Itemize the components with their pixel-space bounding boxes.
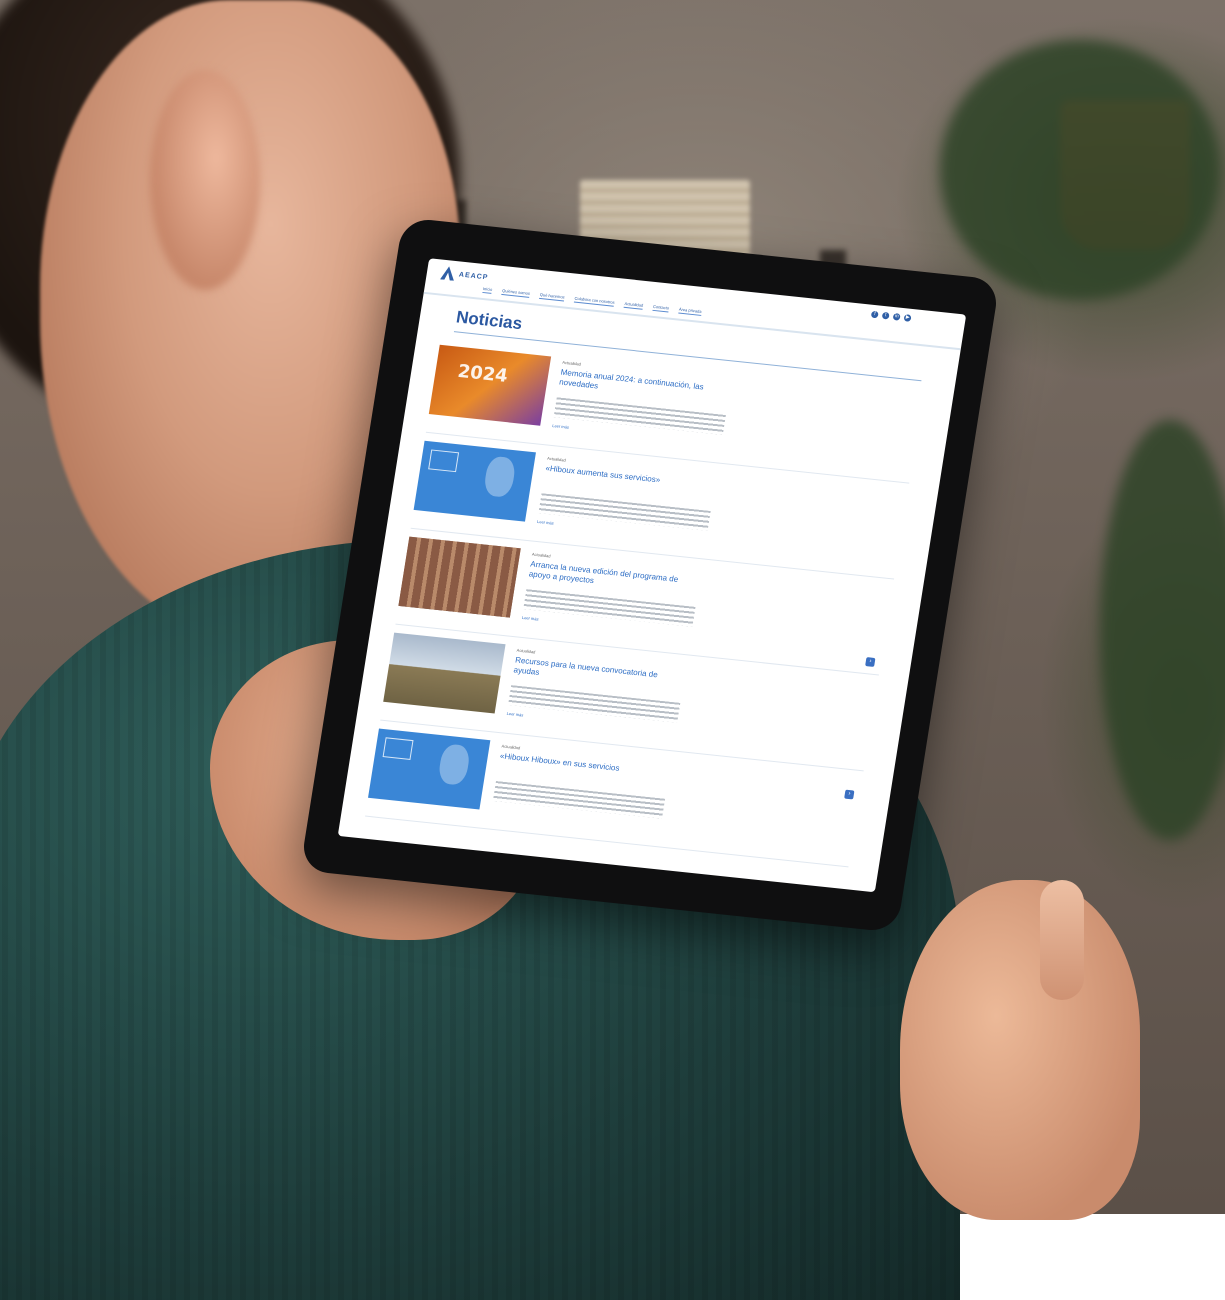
nav-item-colabora[interactable]: Colabora con nosotros bbox=[573, 295, 616, 307]
news-excerpt bbox=[508, 685, 681, 723]
news-category: Actualidad bbox=[561, 359, 582, 367]
news-category: Actualidad bbox=[516, 647, 536, 655]
news-excerpt bbox=[492, 781, 666, 819]
thumb-right bbox=[1040, 880, 1084, 1000]
nav-item-que-hacemos[interactable]: Qué hacemos bbox=[539, 291, 566, 302]
news-category: Actualidad bbox=[501, 743, 521, 751]
badge-icon bbox=[428, 449, 460, 473]
news-thumbnail[interactable] bbox=[413, 440, 536, 522]
read-more-link[interactable]: Leer más bbox=[552, 423, 569, 430]
tablet: AEACP f t in ▶ Inicio Quiénes somos Qué … bbox=[299, 217, 1001, 933]
badge-icon bbox=[382, 737, 414, 760]
news-excerpt bbox=[553, 397, 726, 435]
portrait-icon bbox=[437, 743, 472, 786]
nav-item-actualidad[interactable]: Actualidad bbox=[623, 300, 644, 310]
read-more-link[interactable]: Leer más bbox=[522, 615, 539, 622]
news-thumbnail[interactable] bbox=[383, 632, 506, 714]
social-links: f t in ▶ bbox=[870, 310, 912, 322]
nav-item-contacto[interactable]: Contacto bbox=[652, 303, 670, 313]
thumbnail-label: 2024 bbox=[456, 360, 510, 387]
news-thumbnail[interactable]: 2024 bbox=[428, 344, 552, 426]
logo-text: AEACP bbox=[458, 270, 489, 281]
portrait-icon bbox=[482, 455, 517, 499]
nav-item-inicio[interactable]: Inicio bbox=[482, 286, 493, 294]
linkedin-icon[interactable]: in bbox=[892, 313, 901, 321]
facebook-icon[interactable]: f bbox=[870, 310, 879, 319]
news-category: Actualidad bbox=[531, 551, 551, 559]
youtube-icon[interactable]: ▶ bbox=[903, 314, 912, 322]
site-logo[interactable]: AEACP bbox=[440, 266, 489, 285]
nav-item-area-privada[interactable]: Área privada bbox=[678, 306, 702, 316]
news-excerpt bbox=[523, 589, 696, 627]
read-more-link[interactable]: Leer más bbox=[537, 519, 554, 526]
news-headline[interactable]: «Hiboux aumenta sus servicios» bbox=[545, 464, 716, 492]
twitter-icon[interactable]: t bbox=[881, 311, 890, 320]
read-more-link[interactable]: Leer más bbox=[506, 711, 523, 718]
person-ear bbox=[150, 70, 260, 290]
scroll-arrow-icon[interactable]: › bbox=[844, 789, 855, 800]
plant-leaves-lower bbox=[1100, 420, 1225, 840]
news-thumbnail[interactable] bbox=[368, 728, 491, 810]
plant-leaves bbox=[940, 40, 1220, 300]
logo-mark-icon bbox=[440, 266, 456, 281]
news-headline[interactable]: «Hiboux Hiboux» en sus servicios bbox=[499, 751, 670, 779]
nav-item-quienes-somos[interactable]: Quiénes somos bbox=[501, 288, 531, 298]
person-right-hand bbox=[900, 880, 1140, 1220]
news-thumbnail[interactable] bbox=[398, 536, 521, 618]
scroll-arrow-icon[interactable]: › bbox=[865, 657, 876, 667]
news-category: Actualidad bbox=[546, 455, 567, 463]
news-excerpt bbox=[538, 493, 711, 531]
news-list: 2024 Actualidad Memoria anual 2024: a co… bbox=[341, 334, 954, 870]
tablet-screen: AEACP f t in ▶ Inicio Quiénes somos Qué … bbox=[337, 258, 967, 893]
